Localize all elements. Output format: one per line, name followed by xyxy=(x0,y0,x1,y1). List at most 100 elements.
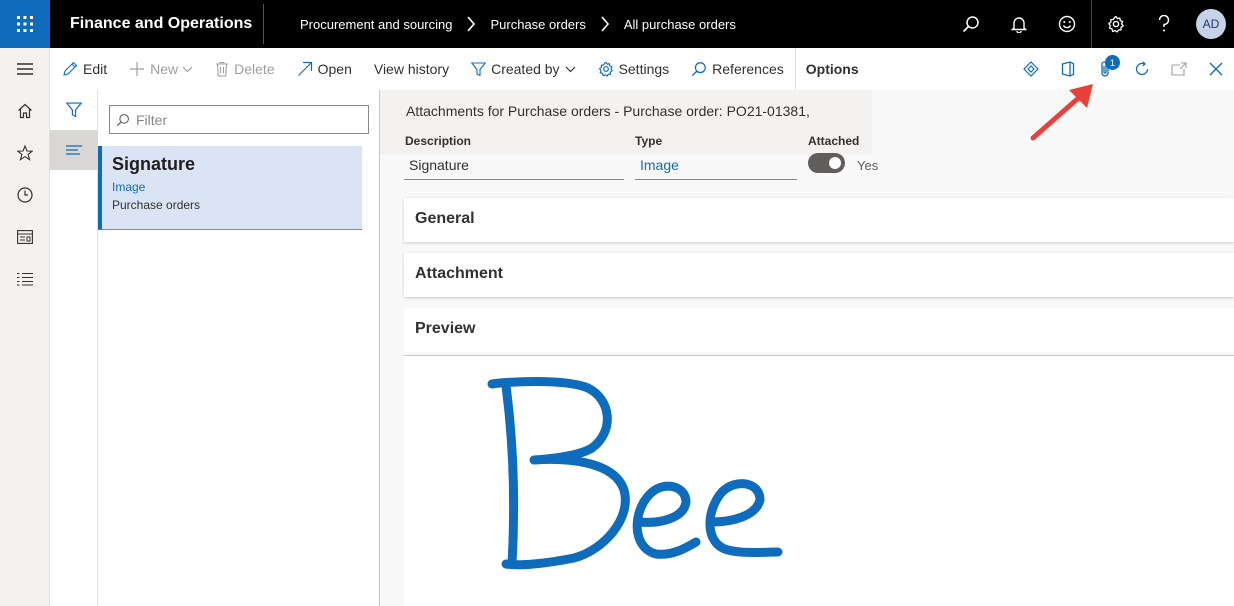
created-by-label: Created by xyxy=(491,61,560,77)
fasttab-attachment[interactable]: Attachment xyxy=(404,253,1234,297)
smiley-icon xyxy=(1058,15,1076,33)
top-icons: AD xyxy=(947,0,1234,48)
references-label: References xyxy=(712,61,784,77)
expand-nav-button[interactable] xyxy=(0,48,50,90)
filter-icon xyxy=(471,61,487,76)
workspace-icon xyxy=(17,230,33,244)
trash-icon xyxy=(216,61,229,77)
chevron-right-icon xyxy=(600,16,610,32)
breadcrumb-item-procurement[interactable]: Procurement and sourcing xyxy=(300,17,452,32)
settings-action-button[interactable]: Settings xyxy=(587,48,681,90)
pop-out-icon xyxy=(1170,62,1187,76)
list-panel: Signature Image Purchase orders xyxy=(98,90,380,606)
recent-button[interactable] xyxy=(0,174,50,216)
pencil-icon xyxy=(63,61,78,76)
list-item-source: Purchase orders xyxy=(112,198,201,212)
delete-label: Delete xyxy=(234,61,275,77)
filter-box xyxy=(109,105,369,134)
notifications-button[interactable] xyxy=(995,0,1043,48)
feedback-button[interactable] xyxy=(1043,0,1091,48)
page-caption: Attachments for Purchase orders - Purcha… xyxy=(406,103,810,119)
fasttab-attachment-title: Attachment xyxy=(415,265,504,282)
search-button[interactable] xyxy=(947,0,995,48)
clock-icon xyxy=(17,187,33,203)
list-item[interactable]: Signature Image Purchase orders xyxy=(98,146,362,230)
waffle-icon xyxy=(17,16,33,32)
workspaces-button[interactable] xyxy=(0,216,50,258)
preview-area xyxy=(404,355,1234,606)
top-nav-bar: Finance and Operations Procurement and s… xyxy=(0,0,1234,48)
plus-icon xyxy=(130,62,145,76)
bell-icon xyxy=(1011,17,1027,33)
open-new-window-button[interactable] xyxy=(1160,48,1197,90)
favorites-button[interactable] xyxy=(0,132,50,174)
show-filters-button[interactable] xyxy=(50,90,98,130)
fasttab-preview[interactable]: Preview xyxy=(404,308,1234,352)
settings-button[interactable] xyxy=(1092,0,1140,48)
diamond-icon xyxy=(1022,61,1039,77)
attached-toggle[interactable] xyxy=(808,153,845,173)
delete-button[interactable]: Delete xyxy=(204,48,285,90)
gear-icon xyxy=(598,61,613,77)
type-label: Type xyxy=(635,134,663,148)
search-icon xyxy=(116,113,129,126)
chevron-right-icon xyxy=(466,16,476,32)
open-arrow-icon xyxy=(297,61,312,76)
filter-column xyxy=(50,90,98,606)
annotation-arrow-icon xyxy=(1030,84,1093,141)
search-icon xyxy=(962,16,979,33)
attached-label: Attached xyxy=(808,134,860,148)
help-button[interactable] xyxy=(1140,0,1188,48)
close-button[interactable] xyxy=(1197,48,1234,90)
breadcrumb-item-all-purchase-orders[interactable]: All purchase orders xyxy=(624,17,736,32)
toggle-knob xyxy=(829,157,841,169)
home-button[interactable] xyxy=(0,90,50,132)
chevron-down-icon xyxy=(565,66,575,72)
office-icon xyxy=(1061,61,1074,77)
new-label: New xyxy=(150,61,179,77)
home-icon xyxy=(18,103,32,119)
options-label: Options xyxy=(805,61,859,77)
chevron-down-icon xyxy=(182,66,193,72)
breadcrumb: Procurement and sourcing Purchase orders… xyxy=(300,0,736,48)
filter-input[interactable] xyxy=(136,111,356,128)
top-divider xyxy=(263,4,264,44)
show-list-button[interactable] xyxy=(50,130,98,170)
settings-action-label: Settings xyxy=(618,61,670,77)
open-label: Open xyxy=(317,61,352,77)
app-window: Finance and Operations Procurement and s… xyxy=(0,0,1234,606)
help-icon xyxy=(1158,15,1170,32)
type-field[interactable]: Image xyxy=(635,150,797,180)
signature-image xyxy=(487,377,783,570)
open-button[interactable]: Open xyxy=(286,48,363,90)
refresh-button[interactable] xyxy=(1123,48,1160,90)
created-by-button[interactable]: Created by xyxy=(460,48,586,90)
edit-button[interactable]: Edit xyxy=(50,48,118,90)
references-button[interactable]: References xyxy=(680,48,795,90)
fasttab-general[interactable]: General xyxy=(404,198,1234,242)
search-icon xyxy=(692,62,707,77)
description-field[interactable]: Signature xyxy=(404,150,624,180)
options-tab[interactable]: Options xyxy=(794,48,870,90)
list-item-title: Signature xyxy=(112,154,196,174)
app-launcher-button[interactable] xyxy=(0,0,50,48)
modules-button[interactable] xyxy=(0,258,50,300)
list-icon xyxy=(17,272,33,286)
avatar[interactable]: AD xyxy=(1196,9,1226,39)
view-history-button[interactable]: View history xyxy=(363,48,460,90)
list-item-type: Image xyxy=(112,180,146,194)
new-button[interactable]: New xyxy=(118,48,204,90)
description-label: Description xyxy=(405,134,472,148)
close-icon xyxy=(1209,62,1222,76)
star-icon xyxy=(17,145,33,161)
attachments-count-badge: 1 xyxy=(1105,55,1120,70)
attached-value: Yes xyxy=(857,158,879,173)
gear-icon xyxy=(1108,15,1124,33)
detail-pane: Attachments for Purchase orders - Purcha… xyxy=(380,90,1234,606)
refresh-icon xyxy=(1135,61,1148,76)
list-lines-icon xyxy=(66,145,82,155)
fasttab-preview-title: Preview xyxy=(415,320,476,337)
app-title[interactable]: Finance and Operations xyxy=(70,0,252,48)
hamburger-icon xyxy=(17,63,33,75)
breadcrumb-item-purchase-orders[interactable]: Purchase orders xyxy=(490,17,585,32)
